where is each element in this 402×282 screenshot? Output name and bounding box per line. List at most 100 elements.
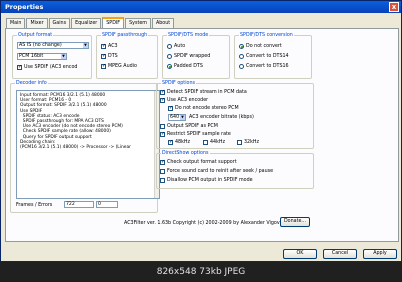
sample-format-select[interactable]: PCM 16bit ▼ [17, 53, 67, 60]
rate-44-checkbox[interactable]: 44kHz [203, 140, 225, 145]
checkbox-checked-icon: ✓ [160, 131, 166, 137]
checkbox-checked-icon: ✓ [101, 43, 107, 49]
cancel-button[interactable]: Cancel [323, 249, 357, 259]
rate-48-label: 48kHz [175, 140, 191, 145]
frames-field: 722 [64, 201, 94, 208]
rate-44-label: 44kHz [210, 140, 226, 145]
dts-convert-none-label: Do not convert [246, 44, 282, 49]
decoder-info-text[interactable]: Input format: PCM16 3/2.1 (5.1) 48000 Us… [16, 90, 160, 199]
tab-mixer[interactable]: Mixer [26, 18, 48, 28]
rate-32-checkbox[interactable]: 32kHz [237, 140, 259, 145]
checkbox-checked-icon: ✓ [101, 53, 107, 59]
sample-format-value: PCM 16bit [19, 54, 44, 59]
dts-mode-auto-radio[interactable]: Auto [167, 44, 185, 49]
use-spdif-checkbox[interactable]: ✓ Use SPDIF (AC3 encod [17, 65, 77, 70]
spdif-passthrough-group: SPDIF passthrough ✓ AC3 ✓ DTS ✓ MPEG Aud… [96, 32, 158, 79]
tab-system[interactable]: System [125, 18, 151, 28]
bitrate-label: AC3 encoder bitrate (kbps) [189, 115, 254, 120]
use-ac3-label: Use AC3 encoder [167, 98, 209, 103]
dts-convert-14-label: Convert to DTS14 [246, 54, 289, 59]
ok-button[interactable]: OK [283, 249, 317, 259]
spdif-panel: Output format AS IS (no change) ▼ PCM 16… [5, 28, 399, 242]
tab-about[interactable]: About [151, 18, 175, 28]
output-pcm-checkbox[interactable]: Output SPDIF as PCM [160, 124, 218, 129]
tab-main[interactable]: Main [6, 18, 26, 28]
spdif-dts-mode-legend: SPDIF/DTS mode [167, 32, 210, 39]
output-format-group: Output format AS IS (no change) ▼ PCM 16… [12, 32, 92, 79]
dts-convert-16-radio[interactable]: Convert to DTS16 [239, 64, 289, 69]
checkbox-icon [237, 140, 242, 145]
dts-convert-14-radio[interactable]: Convert to DTS14 [239, 54, 289, 59]
dts-convert-none-radio[interactable]: Do not convert [239, 44, 282, 49]
radio-icon [239, 64, 244, 69]
passthrough-dts-label: DTS [108, 54, 118, 59]
checkbox-checked-icon: ✓ [160, 159, 166, 165]
checkbox-checked-icon: ✓ [168, 105, 174, 111]
restrict-rate-checkbox[interactable]: ✓ Restrict SPDIF sample rate [160, 132, 231, 137]
spdif-options-group: SPDIF options ✓ Detect SPDIF stream in P… [156, 80, 314, 149]
use-ac3-checkbox[interactable]: ✓ Use AC3 encoder [160, 98, 208, 103]
output-format-value: AS IS (no change) [19, 43, 62, 48]
passthrough-mpeg-label: MPEG Audio [108, 64, 137, 69]
spdif-dts-mode-group: SPDIF/DTS mode Auto SPDIF wrapped Padded… [162, 32, 230, 79]
checkbox-icon [160, 178, 165, 183]
version-text: AC3Filter ver. 1.63b Copyright (c) 2002-… [124, 221, 288, 226]
checkbox-checked-icon: ✓ [17, 64, 23, 70]
dts-mode-wrapped-label: SPDIF wrapped [174, 54, 211, 59]
disallow-pcm-checkbox[interactable]: Disallow PCM output in SPDIF mode [160, 178, 253, 183]
checkbox-checked-icon: ✓ [168, 139, 174, 145]
tab-strip: Main Mixer Gains Equalizer SPDIF System … [6, 17, 175, 28]
info-line: (PCM16 3/2.1 (5.1) 48000) -> Processor -… [20, 145, 131, 151]
dts-mode-auto-label: Auto [174, 44, 186, 49]
directshow-options-legend: DirectShow options [161, 150, 210, 157]
dts-mode-padded-label: Padded DTS [174, 64, 203, 69]
donate-button[interactable]: Donate... [280, 217, 310, 227]
directshow-options-group: DirectShow options ✓ Check output format… [156, 150, 314, 189]
rate-48-checkbox[interactable]: ✓ 48kHz [168, 140, 190, 145]
dts-mode-wrapped-radio[interactable]: SPDIF wrapped [167, 54, 210, 59]
output-format-select[interactable]: AS IS (no change) ▼ [17, 42, 89, 49]
output-format-legend: Output format [17, 32, 54, 39]
tab-spdif[interactable]: SPDIF [102, 17, 125, 28]
dts-convert-16-label: Convert to DTS16 [246, 64, 289, 69]
errors-field: 0 [96, 201, 118, 208]
output-pcm-label: Output SPDIF as PCM [167, 124, 218, 129]
apply-button[interactable]: Apply [363, 249, 397, 259]
radio-selected-icon [167, 64, 172, 69]
image-info-bar: 826x548 73kb JPEG [0, 262, 402, 282]
bitrate-value: 640 [170, 115, 180, 120]
tab-equalizer[interactable]: Equalizer [71, 18, 102, 28]
detect-spdif-checkbox[interactable]: ✓ Detect SPDIF stream in PCM data [160, 90, 247, 95]
spdif-dts-conversion-group: SPDIF/DTS conversion Do not convert Conv… [234, 32, 312, 79]
radio-icon [239, 54, 244, 59]
no-stereo-checkbox[interactable]: ✓ Do not encode stereo PCM [168, 106, 239, 111]
checkbox-icon [160, 169, 165, 174]
disallow-pcm-label: Disallow PCM output in SPDIF mode [167, 178, 253, 183]
check-format-checkbox[interactable]: ✓ Check output format support [160, 160, 237, 165]
use-spdif-label: Use SPDIF (AC3 encod [24, 65, 78, 70]
chevron-down-icon: ▼ [83, 43, 88, 48]
spdif-passthrough-legend: SPDIF passthrough [101, 32, 149, 39]
passthrough-ac3-label: AC3 [108, 44, 118, 49]
radio-selected-icon [239, 44, 244, 49]
passthrough-mpeg-checkbox[interactable]: ✓ MPEG Audio [101, 64, 137, 69]
passthrough-dts-checkbox[interactable]: ✓ DTS [101, 54, 118, 59]
close-icon[interactable]: x [389, 2, 399, 12]
decoder-info-legend: Decoder info [15, 80, 48, 87]
checkbox-checked-icon: ✓ [160, 89, 166, 95]
properties-window: Properties x Main Mixer Gains Equalizer … [0, 0, 402, 262]
restrict-rate-label: Restrict SPDIF sample rate [167, 132, 231, 137]
no-stereo-label: Do not encode stereo PCM [175, 106, 239, 111]
force-reinit-checkbox[interactable]: Force sound card to reinit after seek / … [160, 169, 273, 174]
bitrate-select[interactable]: 640 ▼ [168, 114, 186, 121]
spdif-dts-conversion-legend: SPDIF/DTS conversion [239, 32, 294, 39]
chevron-down-icon: ▼ [180, 115, 185, 120]
frames-errors-label: Frames / Errors [16, 203, 53, 208]
checkbox-checked-icon: ✓ [160, 97, 166, 103]
radio-icon [167, 54, 172, 59]
dts-mode-padded-radio[interactable]: Padded DTS [167, 64, 203, 69]
tab-gains[interactable]: Gains [48, 18, 71, 28]
window-title: Properties [5, 3, 44, 11]
checkbox-checked-icon: ✓ [101, 63, 107, 69]
passthrough-ac3-checkbox[interactable]: ✓ AC3 [101, 44, 118, 49]
